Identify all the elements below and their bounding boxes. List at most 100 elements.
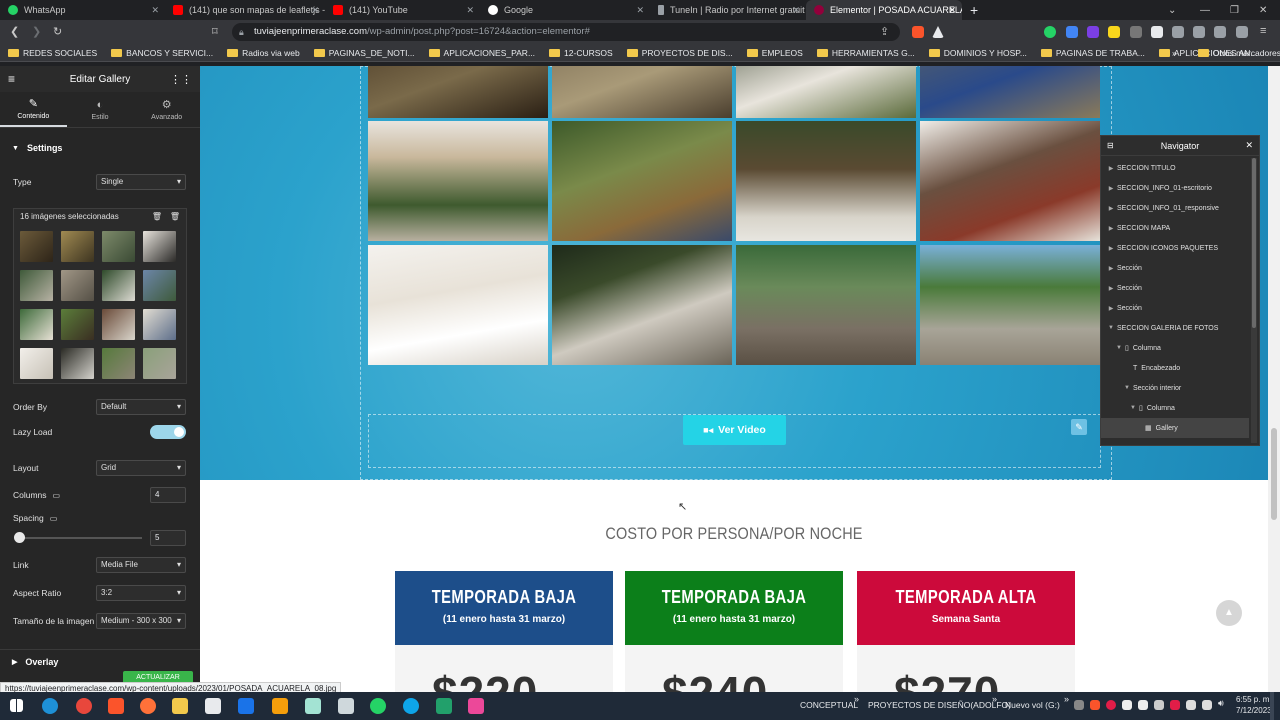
close-icon[interactable]: ✕ <box>636 5 644 16</box>
maximize-icon[interactable]: ❐ <box>1230 0 1239 20</box>
nav-item[interactable]: ▼ Sección interior <box>1101 378 1249 398</box>
vscode-icon[interactable] <box>436 698 452 714</box>
tab-search-icon[interactable]: ⌄ <box>1168 0 1176 20</box>
new-tab-button[interactable]: + <box>962 0 986 20</box>
spacing-input[interactable]: 5 <box>150 530 186 546</box>
lazy-load-toggle[interactable] <box>150 425 186 439</box>
extension-icon[interactable] <box>1151 26 1163 38</box>
ver-video-button[interactable]: ■◂ Ver Video <box>683 415 786 445</box>
puzzle-icon[interactable] <box>1172 26 1184 38</box>
app-icon[interactable] <box>338 698 354 714</box>
trash-icon[interactable]: 🗑︎ <box>152 209 162 225</box>
nav-item[interactable]: ▶ SECCION MAPA <box>1101 218 1249 238</box>
tab-youtube[interactable]: (141) YouTube ✕ <box>325 0 480 20</box>
gallery-thumbnail[interactable] <box>20 348 53 379</box>
hamburger-icon[interactable]: ≡ <box>8 72 15 86</box>
forward-icon[interactable]: ❯ <box>32 25 41 38</box>
nav-item[interactable]: ▶ Sección <box>1101 278 1249 298</box>
desktop-icon[interactable]: ▭ <box>53 491 61 500</box>
gallery-thumbnail[interactable] <box>143 231 176 262</box>
nav-item[interactable]: ▶ Sección <box>1101 298 1249 318</box>
link-select[interactable]: Media File <box>96 557 186 573</box>
whatsapp-icon[interactable] <box>370 698 386 714</box>
taskbar-drive[interactable]: Nuevo vol (G:) <box>1005 700 1060 710</box>
brave-shield-icon[interactable] <box>912 26 924 38</box>
gallery-thumbnail[interactable] <box>20 270 53 301</box>
gallery-photo[interactable] <box>920 66 1100 118</box>
gallery-photo[interactable] <box>920 245 1100 365</box>
order-by-select[interactable]: Default <box>96 399 186 415</box>
tab-estilo[interactable]: ◐ Estilo <box>67 92 134 127</box>
close-icon[interactable]: ✕ <box>792 5 800 16</box>
clock-date[interactable]: 7/12/2023 <box>1236 706 1272 715</box>
gallery-photo[interactable] <box>920 121 1100 241</box>
bookmark-folder[interactable]: APLICACIONES_PAR... <box>428 48 535 58</box>
spacing-slider-handle[interactable] <box>14 532 25 543</box>
columns-input[interactable]: 4 <box>150 487 186 503</box>
tray-icon[interactable] <box>1170 700 1180 710</box>
close-icon[interactable]: ✕ <box>948 5 956 16</box>
file-explorer-icon[interactable] <box>172 698 188 714</box>
sidebar-icon[interactable] <box>1214 26 1226 38</box>
tray-icon[interactable] <box>1154 700 1164 710</box>
gallery-thumbnail[interactable] <box>102 231 135 262</box>
gallery-thumbnail[interactable] <box>61 348 94 379</box>
gallery-thumbnail[interactable] <box>20 231 53 262</box>
mic-icon[interactable] <box>1122 700 1132 710</box>
back-icon[interactable]: ❮ <box>10 25 19 38</box>
close-icon[interactable]: ✕ <box>466 5 474 16</box>
bookmark-folder[interactable]: PROYECTOS DE DIS... <box>626 48 733 58</box>
windows-start-icon[interactable] <box>10 699 23 712</box>
gallery-thumbnail[interactable] <box>143 348 176 379</box>
window-close-icon[interactable]: ✕ <box>1259 0 1267 20</box>
clock-time[interactable]: 6:55 p. m. <box>1236 695 1272 704</box>
network-icon[interactable] <box>1186 700 1196 710</box>
mail-icon[interactable] <box>238 698 254 714</box>
reload-icon[interactable]: ↻ <box>53 25 62 38</box>
share-icon[interactable]: ⇪ <box>880 25 889 38</box>
close-icon[interactable]: ✕ <box>151 5 159 16</box>
bookmark-folder[interactable]: 12-CURSOS <box>549 48 613 58</box>
spacing-slider-track[interactable] <box>18 537 142 539</box>
navigator-scroll-thumb[interactable] <box>1252 158 1256 328</box>
minimize-icon[interactable]: — <box>1200 0 1210 20</box>
page-scrollbar[interactable] <box>1268 66 1280 692</box>
nav-item[interactable]: ▶ SECCION_INFO_01-escritorio <box>1101 178 1249 198</box>
other-bookmarks[interactable]: Otros marcadores <box>1198 48 1280 58</box>
bookmark-folder[interactable]: HERRAMIENTAS G... <box>816 48 915 58</box>
settings-section-header[interactable]: ▼ Settings <box>0 136 200 160</box>
image-size-select[interactable]: Medium - 300 x 300 <box>96 613 186 629</box>
gallery-photo[interactable] <box>736 245 916 365</box>
figma-icon[interactable] <box>468 698 484 714</box>
gallery-photo[interactable] <box>552 66 732 118</box>
nav-item[interactable]: ▼ ▯ Columna <box>1101 398 1249 418</box>
layout-select[interactable]: Grid <box>96 460 186 476</box>
nav-item[interactable]: T Encabezado <box>1101 358 1249 378</box>
extension-icon[interactable] <box>1108 26 1120 38</box>
nav-item[interactable]: ▶ SECCION ICONOS PAQUETES <box>1101 238 1249 258</box>
tab-tunein[interactable]: TuneIn | Radio por Internet gratuit ✕ <box>650 0 806 20</box>
tab-elementor[interactable]: Elementor | POSADA ACUARELA ✕ <box>806 0 962 20</box>
gallery-thumbnail[interactable] <box>143 270 176 301</box>
close-icon[interactable]: ✕ <box>1245 140 1253 151</box>
gallery-photo[interactable] <box>736 66 916 118</box>
aspect-ratio-select[interactable]: 3:2 <box>96 585 186 601</box>
tab-contenido[interactable]: ✎ Contenido <box>0 92 67 127</box>
app-icon[interactable] <box>403 698 419 714</box>
tray-icon[interactable] <box>1138 700 1148 710</box>
bookmark-folder[interactable]: DOMINIOS Y HOSP... <box>928 48 1027 58</box>
gallery-thumbnail[interactable] <box>20 309 53 340</box>
nav-item[interactable]: ▶ SECCION TITULO <box>1101 158 1249 178</box>
collapse-all-icon[interactable]: ⊟ <box>1107 141 1114 150</box>
bookmark-icon[interactable]: ⌑ <box>212 25 218 38</box>
gallery-thumbnails[interactable] <box>14 225 186 379</box>
trash-all-icon[interactable]: 🗑︎ <box>170 209 180 225</box>
chrome-icon[interactable] <box>76 698 92 714</box>
gallery-photo[interactable] <box>736 121 916 241</box>
gallery-photo[interactable] <box>368 245 548 365</box>
app-icon[interactable] <box>305 698 321 714</box>
nav-item[interactable]: ▼ SECCION GALERIA DE FOTOS <box>1101 318 1249 338</box>
gallery-thumbnail[interactable] <box>102 348 135 379</box>
widgets-grid-icon[interactable]: ⋮⋮ <box>170 73 192 86</box>
extension-badge-icon[interactable] <box>1087 26 1099 38</box>
